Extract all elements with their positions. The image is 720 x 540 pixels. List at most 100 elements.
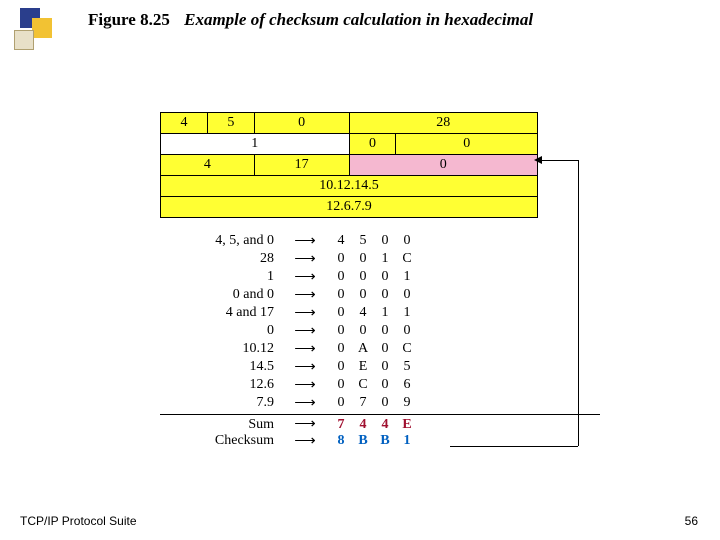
hex-digit: 0	[374, 287, 396, 303]
hex-digit: 1	[396, 269, 418, 285]
hex-digit: 0	[352, 287, 374, 303]
hex-digit: 9	[396, 395, 418, 411]
hex-digit: 0	[374, 233, 396, 249]
cell-hlen: 5	[207, 113, 254, 134]
checksum-hex-2: B	[374, 433, 396, 449]
hex-digit: 0	[374, 269, 396, 285]
calc-row-label: 28	[160, 251, 280, 267]
cell-version: 4	[161, 113, 208, 134]
hex-digit: 1	[374, 251, 396, 267]
checksum-hex-3: 1	[396, 433, 418, 449]
cell-dst-ip: 12.6.7.9	[161, 197, 538, 218]
hex-digit: 4	[330, 233, 352, 249]
sum-hex-0: 7	[330, 417, 352, 433]
page-number: 56	[685, 514, 698, 528]
cell-service: 0	[254, 113, 349, 134]
hex-digit: 5	[352, 233, 374, 249]
sum-hex-3: E	[396, 417, 418, 433]
calc-row: 14.5⟶0E05	[160, 358, 600, 376]
cell-identification: 1	[161, 134, 350, 155]
cell-frag-offset: 0	[396, 134, 538, 155]
calc-row: 12.6⟶0C06	[160, 376, 600, 394]
hex-digit: 0	[374, 341, 396, 357]
hex-digit: 0	[330, 305, 352, 321]
calc-row-label: 4 and 17	[160, 305, 280, 321]
calc-row: 7.9⟶0709	[160, 394, 600, 412]
hex-digit: E	[352, 359, 374, 375]
hex-digit: A	[352, 341, 374, 357]
arrow-icon: ⟶	[280, 324, 330, 339]
hex-digit: 0	[374, 377, 396, 393]
hex-digit: 0	[396, 233, 418, 249]
calc-row-label: 14.5	[160, 359, 280, 375]
sum-row: Sum ⟶ 7 4 4 E	[160, 414, 600, 432]
footer-text: TCP/IP Protocol Suite	[20, 514, 137, 528]
cell-ttl: 4	[161, 155, 255, 176]
arrow-icon: ⟶	[280, 417, 330, 432]
hex-digit: C	[396, 341, 418, 357]
calc-row-label: 7.9	[160, 395, 280, 411]
hex-digit: 0	[330, 377, 352, 393]
calc-row-label: 0 and 0	[160, 287, 280, 303]
hex-digit: 0	[330, 395, 352, 411]
hex-digit: 0	[330, 341, 352, 357]
hex-digit: 0	[374, 359, 396, 375]
hex-digit: 4	[352, 305, 374, 321]
figure-title: Figure 8.25 Example of checksum calculat…	[88, 10, 533, 30]
hex-digit: 0	[352, 251, 374, 267]
hex-digit: 0	[330, 323, 352, 339]
pointer-line	[578, 160, 579, 446]
checksum-label: Checksum	[160, 433, 280, 449]
arrow-icon: ⟶	[280, 288, 330, 303]
calc-row-label: 0	[160, 323, 280, 339]
hex-digit: 0	[330, 269, 352, 285]
hex-digit: 0	[374, 395, 396, 411]
hex-digit: 5	[396, 359, 418, 375]
calc-row: 4 and 17⟶0411	[160, 304, 600, 322]
checksum-hex-0: 8	[330, 433, 352, 449]
calc-row-label: 4, 5, and 0	[160, 233, 280, 249]
hex-digit: 0	[352, 269, 374, 285]
calc-row: 0⟶0000	[160, 322, 600, 340]
figure-label: Figure 8.25	[88, 10, 170, 29]
checksum-row: Checksum ⟶ 8 B B 1	[160, 432, 600, 450]
hex-digit: 0	[330, 359, 352, 375]
checksum-hex-1: B	[352, 433, 374, 449]
hex-calculation: 4, 5, and 0⟶450028⟶001C1⟶00010 and 0⟶000…	[160, 232, 600, 450]
calc-row: 28⟶001C	[160, 250, 600, 268]
cell-flags: 0	[349, 134, 396, 155]
calc-row: 0 and 0⟶0000	[160, 286, 600, 304]
hex-digit: 0	[330, 287, 352, 303]
cell-protocol: 17	[254, 155, 349, 176]
pointer-line	[450, 446, 578, 447]
sum-hex-2: 4	[374, 417, 396, 433]
arrow-icon: ⟶	[280, 396, 330, 411]
hex-digit: 0	[374, 323, 396, 339]
arrow-icon: ⟶	[280, 306, 330, 321]
arrow-icon: ⟶	[280, 378, 330, 393]
hex-digit: 0	[396, 287, 418, 303]
sum-hex-1: 4	[352, 417, 374, 433]
hex-digit: 1	[396, 305, 418, 321]
hex-digit: 7	[352, 395, 374, 411]
calc-row: 4, 5, and 0⟶4500	[160, 232, 600, 250]
arrow-icon: ⟶	[280, 270, 330, 285]
calc-row: 1⟶0001	[160, 268, 600, 286]
cell-src-ip: 10.12.14.5	[161, 176, 538, 197]
hex-digit: 1	[374, 305, 396, 321]
arrow-icon: ⟶	[280, 234, 330, 249]
calc-row-label: 10.12	[160, 341, 280, 357]
hex-digit: 0	[352, 323, 374, 339]
hex-digit: 6	[396, 377, 418, 393]
cell-total-length: 28	[349, 113, 538, 134]
hex-digit: C	[352, 377, 374, 393]
arrow-icon: ⟶	[280, 434, 330, 449]
hex-digit: 0	[330, 251, 352, 267]
cell-checksum: 0	[349, 155, 538, 176]
sum-label: Sum	[160, 417, 280, 433]
hex-digit: C	[396, 251, 418, 267]
ip-header-table: 4 5 0 28 1 0 0 4 17 0 10.12.14.5 12.6.7.…	[160, 112, 538, 218]
hex-digit: 0	[396, 323, 418, 339]
arrow-icon: ⟶	[280, 252, 330, 267]
calc-row-label: 12.6	[160, 377, 280, 393]
